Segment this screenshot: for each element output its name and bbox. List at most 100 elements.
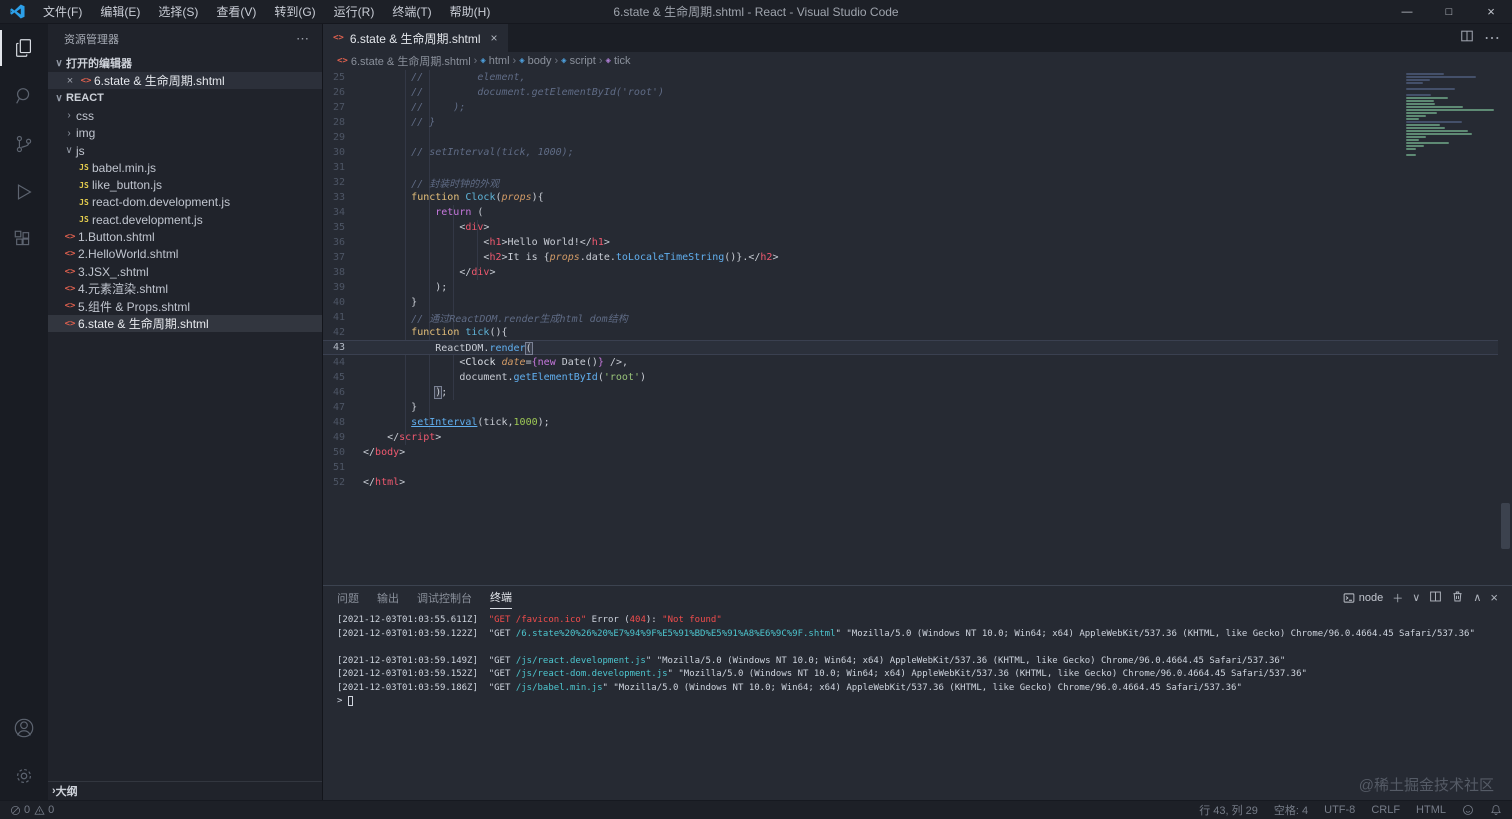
tree-item-img[interactable]: › img bbox=[48, 125, 322, 142]
code-line[interactable]: 50 </body> bbox=[323, 445, 1498, 460]
breadcrumb-item[interactable]: <> 6.state & 生命周期.shtml bbox=[337, 53, 471, 69]
code-line[interactable]: 35 <div> bbox=[323, 220, 1498, 235]
code-line[interactable]: 31 bbox=[323, 160, 1498, 175]
tree-item-react-dom.development.js[interactable]: JS react-dom.development.js bbox=[48, 194, 322, 211]
menu-item[interactable]: 帮助(H) bbox=[441, 0, 500, 24]
code-line[interactable]: 48 setInterval(tick,1000); bbox=[323, 415, 1498, 430]
close-editor-icon[interactable]: × bbox=[62, 75, 78, 87]
split-editor-icon[interactable] bbox=[1460, 29, 1474, 48]
chevron-right-icon: › bbox=[512, 55, 517, 67]
tree-item-js[interactable]: ∨ js bbox=[48, 142, 322, 159]
editor-scrollbar[interactable] bbox=[1498, 70, 1512, 585]
maximize-panel-icon[interactable]: ∧ bbox=[1473, 591, 1481, 604]
code-line[interactable]: 34 return ( bbox=[323, 205, 1498, 220]
outline-section-header[interactable]: › 大纲 bbox=[48, 781, 322, 800]
code-line[interactable]: 45 document.getElementById('root') bbox=[323, 370, 1498, 385]
tree-item-6.state & 生命周期.shtml[interactable]: <> 6.state & 生命周期.shtml bbox=[48, 314, 322, 333]
menu-item[interactable]: 查看(V) bbox=[207, 0, 265, 24]
shell-picker[interactable]: node bbox=[1343, 592, 1383, 604]
search-icon[interactable] bbox=[0, 72, 48, 120]
terminal-output[interactable]: [2021-12-03T01:03:55.611Z] "GET /favicon… bbox=[323, 609, 1512, 800]
code-line[interactable]: 41 // 通过ReactDOM.render生成html dom结构 bbox=[323, 310, 1498, 325]
code-line[interactable]: 40 } bbox=[323, 295, 1498, 310]
code-line[interactable]: 44 <Clock date={new Date()} />, bbox=[323, 355, 1498, 370]
tree-item-babel.min.js[interactable]: JS babel.min.js bbox=[48, 159, 322, 176]
menu-item[interactable]: 文件(F) bbox=[34, 0, 91, 24]
code-line[interactable]: 30 // setInterval(tick, 1000); bbox=[323, 145, 1498, 160]
open-editor-item[interactable]: × <> 6.state & 生命周期.shtml bbox=[48, 72, 322, 90]
code-line[interactable]: 36 <h1>Hello World!</h1> bbox=[323, 235, 1498, 250]
code-line[interactable]: 51 bbox=[323, 460, 1498, 475]
code-line[interactable]: 39 ); bbox=[323, 280, 1498, 295]
terminal-dropdown-icon[interactable]: ∨ bbox=[1412, 591, 1420, 604]
menu-item[interactable]: 转到(G) bbox=[265, 0, 324, 24]
breadcrumb-label: script bbox=[569, 55, 596, 67]
code-line[interactable]: 42 function tick(){ bbox=[323, 325, 1498, 340]
code-line[interactable]: 25 // element, bbox=[323, 70, 1498, 85]
tree-item-3.JSX_.shtml[interactable]: <> 3.JSX_.shtml bbox=[48, 263, 322, 280]
breadcrumb-item[interactable]: ◈ script bbox=[561, 55, 596, 67]
errors-indicator[interactable]: 0 bbox=[10, 804, 30, 816]
tree-item-5.组件 & Props.shtml[interactable]: <> 5.组件 & Props.shtml bbox=[48, 298, 322, 315]
indentation[interactable]: 空格: 4 bbox=[1274, 802, 1308, 818]
code-line[interactable]: 38 </div> bbox=[323, 265, 1498, 280]
minimap[interactable] bbox=[1406, 73, 1498, 157]
tree-item-4.元素渲染.shtml[interactable]: <> 4.元素渲染.shtml bbox=[48, 280, 322, 297]
cursor-position[interactable]: 行 43, 列 29 bbox=[1199, 802, 1258, 818]
code-line[interactable]: 47 } bbox=[323, 400, 1498, 415]
code-line[interactable]: 52 </html> bbox=[323, 475, 1498, 490]
run-debug-icon[interactable] bbox=[0, 168, 48, 216]
menu-item[interactable]: 选择(S) bbox=[149, 0, 207, 24]
code-line[interactable]: 43 ReactDOM.render( bbox=[323, 340, 1498, 355]
panel-tab-终端[interactable]: 终端 bbox=[490, 586, 512, 609]
code-line[interactable]: 28 // } bbox=[323, 115, 1498, 130]
settings-gear-icon[interactable] bbox=[0, 752, 48, 800]
kill-terminal-icon[interactable] bbox=[1451, 590, 1464, 606]
encoding[interactable]: UTF-8 bbox=[1324, 804, 1355, 816]
code-line[interactable]: 33 function Clock(props){ bbox=[323, 190, 1498, 205]
breadcrumb-item[interactable]: ◈ html bbox=[480, 55, 509, 67]
new-terminal-icon[interactable]: ＋ bbox=[1392, 590, 1403, 606]
tree-item-1.Button.shtml[interactable]: <> 1.Button.shtml bbox=[48, 228, 322, 245]
panel-tab-问题[interactable]: 问题 bbox=[337, 586, 359, 609]
menu-item[interactable]: 终端(T) bbox=[383, 0, 440, 24]
code-line[interactable]: 26 // document.getElementById('root') bbox=[323, 85, 1498, 100]
tree-item-css[interactable]: › css bbox=[48, 107, 322, 124]
language-mode[interactable]: HTML bbox=[1416, 804, 1446, 816]
source-control-icon[interactable] bbox=[0, 120, 48, 168]
open-editors-section-header[interactable]: ∨ 打开的编辑器 bbox=[48, 54, 322, 72]
tree-item-react.development.js[interactable]: JS react.development.js bbox=[48, 211, 322, 228]
code-line[interactable]: 49 </script> bbox=[323, 430, 1498, 445]
feedback-icon[interactable] bbox=[1462, 804, 1474, 816]
panel-tab-调试控制台[interactable]: 调试控制台 bbox=[417, 586, 472, 609]
eol-sequence[interactable]: CRLF bbox=[1371, 804, 1400, 816]
tree-item-2.HelloWorld.shtml[interactable]: <> 2.HelloWorld.shtml bbox=[48, 246, 322, 263]
notifications-bell-icon[interactable] bbox=[1490, 804, 1502, 816]
code-line[interactable]: 29 bbox=[323, 130, 1498, 145]
breadcrumb-item[interactable]: ◈ tick bbox=[606, 55, 631, 67]
tree-item-like_button.js[interactable]: JS like_button.js bbox=[48, 176, 322, 193]
minimize-button[interactable]: — bbox=[1386, 0, 1428, 24]
close-panel-icon[interactable]: × bbox=[1490, 590, 1498, 605]
code-editor[interactable]: 25 // element, 26 // document.getElementB… bbox=[323, 70, 1512, 585]
project-section-header[interactable]: ∨ REACT bbox=[48, 89, 322, 107]
tab-state-lifecycle[interactable]: <> 6.state & 生命周期.shtml × bbox=[323, 24, 508, 52]
extensions-icon[interactable] bbox=[0, 216, 48, 264]
explorer-more-actions-icon[interactable]: ⋯ bbox=[296, 31, 310, 47]
code-line[interactable]: 27 // ); bbox=[323, 100, 1498, 115]
menu-item[interactable]: 运行(R) bbox=[325, 0, 384, 24]
editor-more-actions-icon[interactable]: ⋯ bbox=[1484, 28, 1500, 48]
code-line[interactable]: 46 ); bbox=[323, 385, 1498, 400]
account-icon[interactable] bbox=[0, 704, 48, 752]
code-line[interactable]: 37 <h2>It is {props.date.toLocaleTimeStr… bbox=[323, 250, 1498, 265]
breadcrumb-item[interactable]: ◈ body bbox=[519, 55, 551, 67]
close-window-button[interactable]: × bbox=[1470, 0, 1512, 24]
close-tab-icon[interactable]: × bbox=[491, 31, 498, 45]
split-terminal-icon[interactable] bbox=[1429, 590, 1442, 606]
warnings-indicator[interactable]: 0 bbox=[34, 804, 54, 816]
restore-button[interactable]: □ bbox=[1428, 0, 1470, 24]
panel-tab-输出[interactable]: 输出 bbox=[377, 586, 399, 609]
code-line[interactable]: 32 // 封装时钟的外观 bbox=[323, 175, 1498, 190]
explorer-icon[interactable] bbox=[0, 24, 48, 72]
menu-item[interactable]: 编辑(E) bbox=[91, 0, 149, 24]
